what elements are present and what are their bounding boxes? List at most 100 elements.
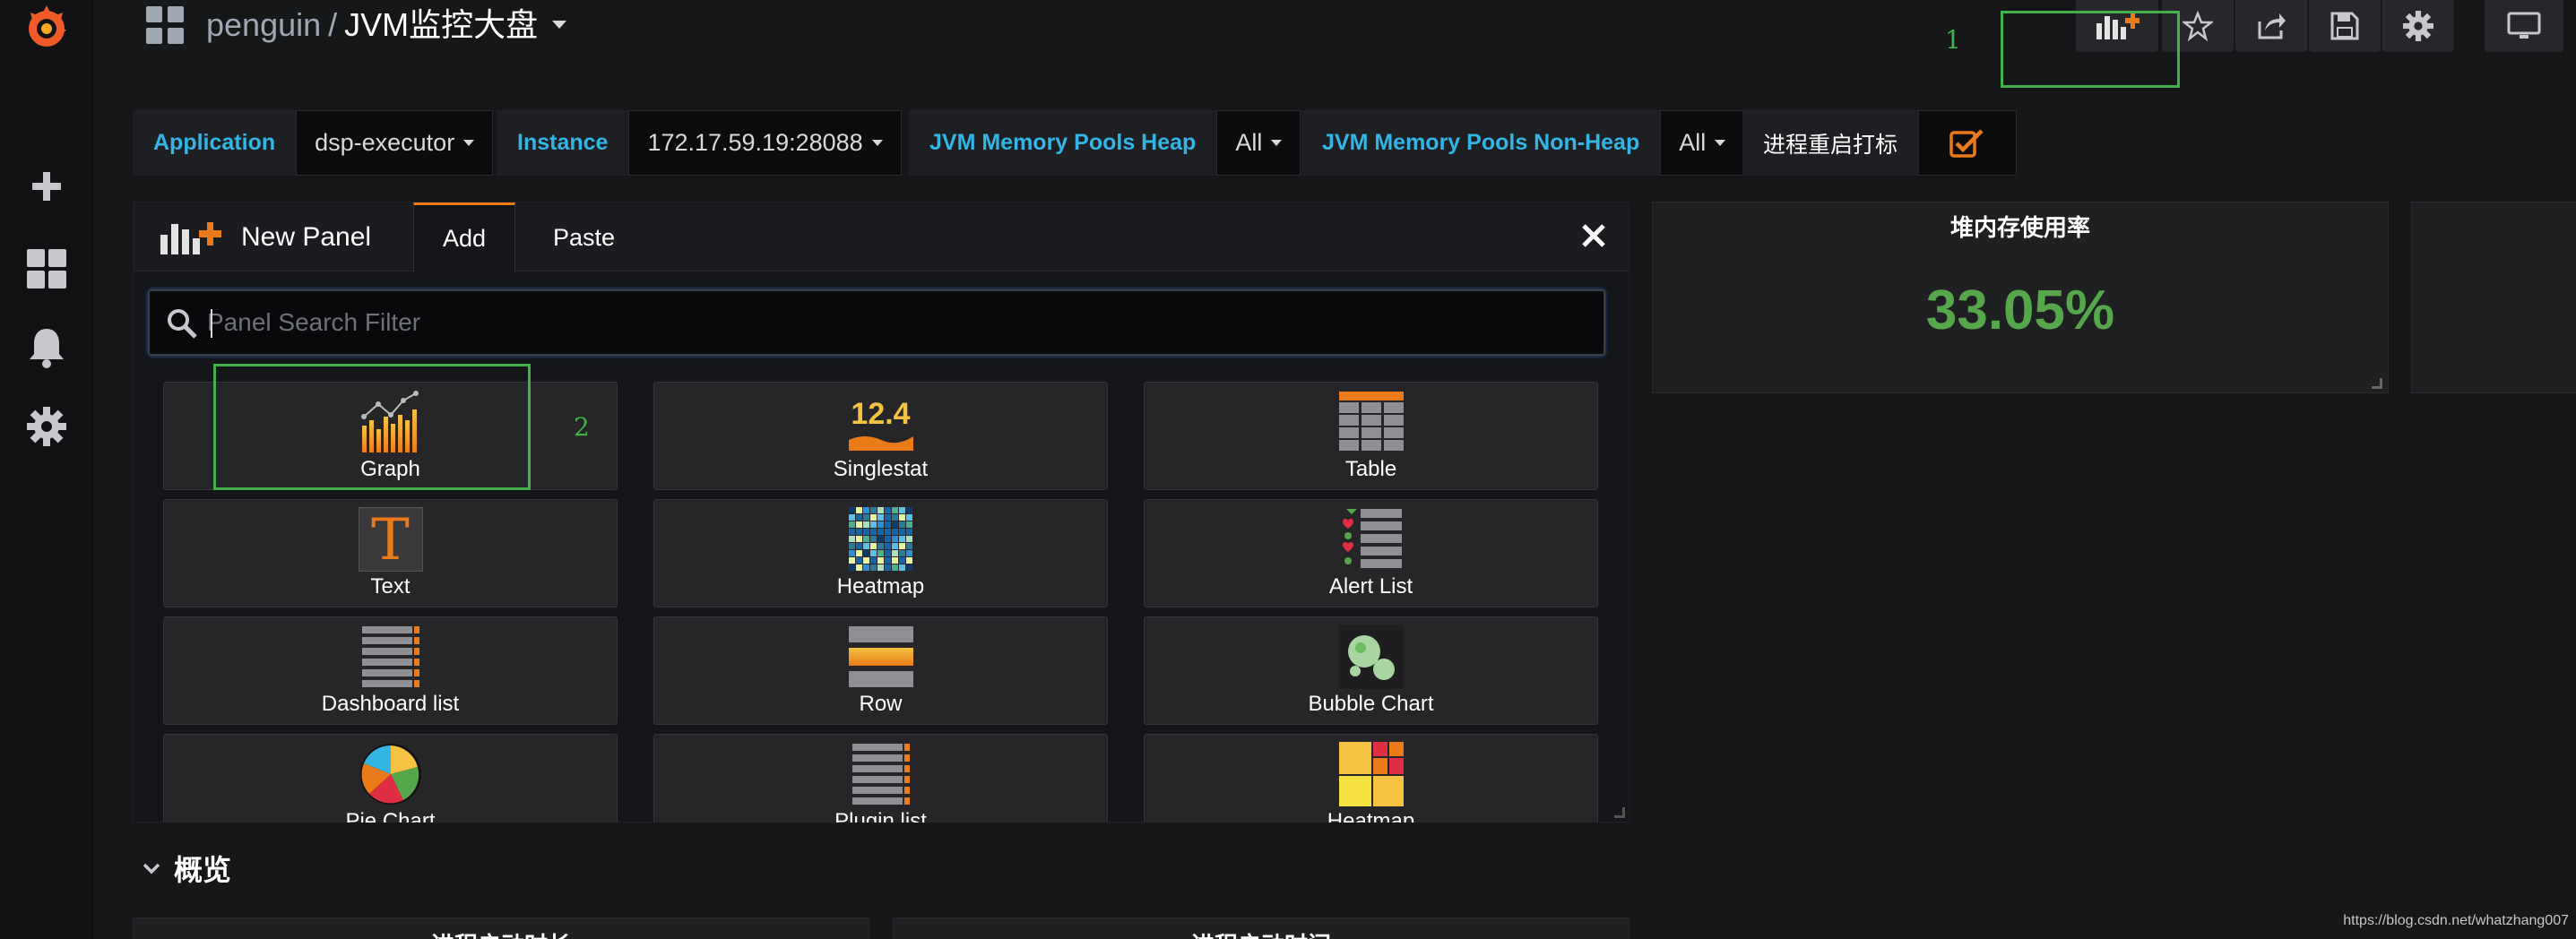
panel-type-alert-list[interactable]: Alert List <box>1144 499 1598 607</box>
bell-icon[interactable] <box>20 321 73 375</box>
monitor-icon <box>2507 12 2541 39</box>
add-panel-header: New Panel Add Paste <box>134 202 1629 272</box>
panel-type-label: Heatmap <box>836 574 925 599</box>
tab-add[interactable]: Add <box>413 202 516 272</box>
variable-label: 进程重启打标 <box>1742 110 1919 176</box>
caret-down-icon <box>1715 140 1726 146</box>
row-header-overview[interactable]: 概览 <box>142 848 231 889</box>
panel-type-singlestat[interactable]: 12.4 Singlestat <box>653 382 1108 490</box>
panel-type-label: Plugin list <box>834 809 927 823</box>
annotation-number-1: 1 <box>1945 25 1961 55</box>
add-panel-icon <box>159 217 221 261</box>
dashboard-title[interactable]: JVM监控大盘 <box>344 6 538 43</box>
tv-mode-button[interactable] <box>2485 0 2563 52</box>
share-icon <box>2258 13 2286 39</box>
panel-type-label: Pie Chart <box>345 809 436 823</box>
caret-down-icon <box>871 140 883 146</box>
watermark-text: https://blog.csdn.net/whatzhang007 <box>2343 913 2569 928</box>
variable-value: All <box>1679 129 1707 156</box>
panel-type-plugin-list[interactable]: Plugin list <box>653 734 1108 823</box>
treemap-icon <box>1338 742 1404 806</box>
panel-type-dashboard-list[interactable]: Dashboard list <box>163 616 618 725</box>
add-panel-title: New Panel <box>241 222 372 252</box>
singlestat-sample-value: 12.4 <box>851 397 911 431</box>
plugin-list-icon <box>851 744 910 805</box>
checkbox-checked-icon <box>1949 128 1984 158</box>
panel-type-treemap[interactable]: Heatmap <box>1144 734 1598 823</box>
panel-type-label: Heatmap <box>1327 809 1415 823</box>
variable-dropdown-application[interactable]: dsp-executor <box>296 110 494 176</box>
stat-panel-offscreen <box>2411 202 2576 393</box>
panel-process-start-time: 进程启动时间 <box>893 917 1629 939</box>
singlestat-icon: 12.4 <box>848 390 913 454</box>
variable-dropdown-nonheap[interactable]: All <box>1660 110 1745 176</box>
variable-value: dsp-executor <box>315 129 455 156</box>
variable-application: Application dsp-executor <box>133 110 494 176</box>
panel-type-bubble-chart[interactable]: Bubble Chart <box>1144 616 1598 725</box>
breadcrumb-folder[interactable]: penguin <box>206 6 321 43</box>
dashboards-icon[interactable] <box>20 242 73 296</box>
gear-icon[interactable] <box>20 400 73 453</box>
variable-nonheap: JVM Memory Pools Non-Heap All <box>1301 110 1745 176</box>
save-button[interactable] <box>2309 0 2381 52</box>
tab-paste[interactable]: Paste <box>524 202 644 272</box>
add-panel: New Panel Add Paste Graph 12.4 Singlesta… <box>133 202 1629 823</box>
panel-type-row-4: Pie Chart Plugin list Heatmap <box>134 731 1630 823</box>
panel-type-heatmap[interactable]: Heatmap <box>653 499 1108 607</box>
close-button[interactable] <box>1578 220 1609 251</box>
variable-value: All <box>1235 129 1263 156</box>
text-icon: T <box>358 507 423 573</box>
variable-instance: Instance 172.17.59.19:28088 <box>497 110 902 176</box>
panel-type-label: Table <box>1344 457 1397 481</box>
row-title: 概览 <box>174 854 232 886</box>
bubble-chart-icon <box>1338 625 1404 689</box>
variable-dropdown-instance[interactable]: 172.17.59.19:28088 <box>628 110 902 176</box>
top-navbar: penguin / JVM监控大盘 1 <box>93 0 2576 90</box>
annotation-box-1 <box>2001 11 2180 88</box>
breadcrumb-separator: / <box>328 6 338 43</box>
resize-handle[interactable] <box>2372 378 2382 389</box>
dashboard-list-icon <box>361 626 419 687</box>
panel-type-table[interactable]: Table <box>1144 382 1598 490</box>
panel-title[interactable]: 堆内存使用率 <box>1653 210 2388 243</box>
panel-type-row[interactable]: Row <box>653 616 1108 725</box>
breadcrumb[interactable]: penguin / JVM监控大盘 <box>206 2 567 48</box>
table-icon <box>1338 392 1404 451</box>
heatmap-icon <box>848 507 912 571</box>
chevron-down-icon[interactable] <box>552 20 567 29</box>
panel-type-label: Alert List <box>1328 574 1413 599</box>
plus-icon[interactable] <box>20 159 73 213</box>
chevron-down-icon <box>143 863 160 874</box>
variable-label: JVM Memory Pools Heap <box>909 110 1217 176</box>
panel-search-input[interactable] <box>207 291 1587 354</box>
share-button[interactable] <box>2235 0 2307 52</box>
resize-handle[interactable] <box>1614 807 1625 818</box>
panel-title[interactable]: 进程启动时间 <box>894 927 1629 939</box>
panel-type-label: Row <box>859 692 903 716</box>
panel-type-pie-chart[interactable]: Pie Chart <box>163 734 618 823</box>
variable-label: JVM Memory Pools Non-Heap <box>1301 110 1661 176</box>
dashboard-grid-icon[interactable] <box>145 5 188 48</box>
save-icon <box>2330 12 2359 40</box>
variable-value: 172.17.59.19:28088 <box>647 129 863 156</box>
search-icon <box>168 309 197 339</box>
panel-type-text[interactable]: T Text <box>163 499 618 607</box>
panel-search-box <box>148 289 1605 356</box>
caret-down-icon <box>1271 140 1283 146</box>
grafana-logo-icon[interactable] <box>20 0 73 54</box>
settings-button[interactable] <box>2382 0 2454 52</box>
annotation-box-2 <box>213 364 531 490</box>
annotation-number-2: 2 <box>574 412 590 442</box>
variable-label: Instance <box>497 110 629 176</box>
text-cursor <box>211 309 212 338</box>
panel-type-label: Text <box>370 574 411 599</box>
panel-type-label: Singlestat <box>833 457 929 481</box>
sidebar <box>0 0 93 939</box>
text-icon-glyph: T <box>371 507 410 573</box>
variable-dropdown-heap[interactable]: All <box>1216 110 1301 176</box>
caret-down-icon <box>463 140 475 146</box>
panel-process-uptime: 进程启动时长 <box>133 917 869 939</box>
star-icon <box>2183 11 2213 41</box>
panel-title[interactable]: 进程启动时长 <box>134 927 869 939</box>
restart-flag-checkbox[interactable] <box>1918 110 2018 176</box>
